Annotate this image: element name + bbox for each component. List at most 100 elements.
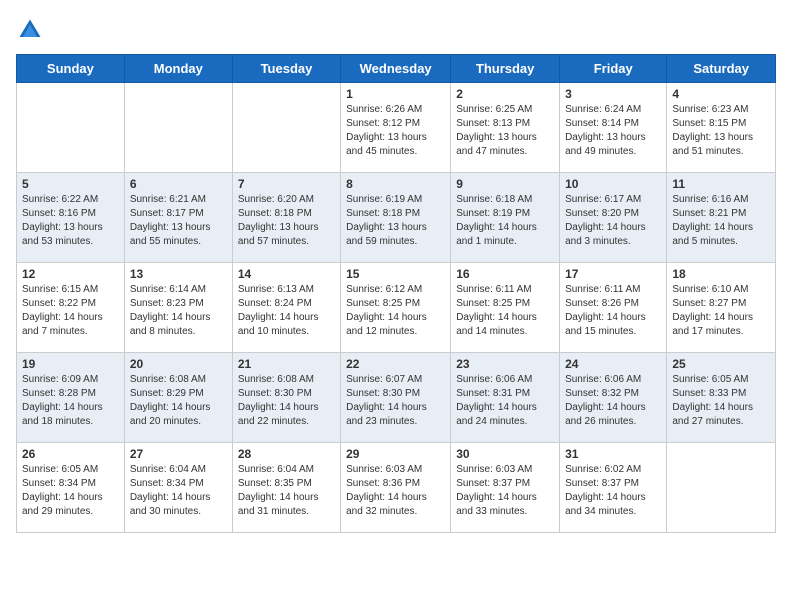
calendar-cell: 30 Sunrise: 6:03 AM Sunset: 8:37 PM Dayli… [451,443,560,533]
day-number: 27 [130,447,227,461]
calendar-cell: 28 Sunrise: 6:04 AM Sunset: 8:35 PM Dayli… [232,443,340,533]
day-number: 7 [238,177,335,191]
calendar-cell: 2 Sunrise: 6:25 AM Sunset: 8:13 PM Daylig… [451,83,560,173]
calendar-cell: 23 Sunrise: 6:06 AM Sunset: 8:31 PM Dayli… [451,353,560,443]
weekday-header-wednesday: Wednesday [341,55,451,83]
day-info: Sunrise: 6:08 AM Sunset: 8:30 PM Dayligh… [238,373,335,429]
day-info: Sunrise: 6:02 AM Sunset: 8:37 PM Dayligh… [565,463,661,519]
calendar-cell: 1 Sunrise: 6:26 AM Sunset: 8:12 PM Daylig… [341,83,451,173]
weekday-header-sunday: Sunday [17,55,125,83]
day-number: 2 [456,87,554,101]
day-info: Sunrise: 6:03 AM Sunset: 8:36 PM Dayligh… [346,463,445,519]
calendar-cell [124,83,232,173]
day-info: Sunrise: 6:06 AM Sunset: 8:31 PM Dayligh… [456,373,554,429]
calendar-cell: 12 Sunrise: 6:15 AM Sunset: 8:22 PM Dayli… [17,263,125,353]
calendar-cell: 8 Sunrise: 6:19 AM Sunset: 8:18 PM Daylig… [341,173,451,263]
day-info: Sunrise: 6:04 AM Sunset: 8:35 PM Dayligh… [238,463,335,519]
day-info: Sunrise: 6:26 AM Sunset: 8:12 PM Dayligh… [346,103,445,159]
day-info: Sunrise: 6:04 AM Sunset: 8:34 PM Dayligh… [130,463,227,519]
day-info: Sunrise: 6:19 AM Sunset: 8:18 PM Dayligh… [346,193,445,249]
calendar-cell: 5 Sunrise: 6:22 AM Sunset: 8:16 PM Daylig… [17,173,125,263]
calendar-cell: 24 Sunrise: 6:06 AM Sunset: 8:32 PM Dayli… [560,353,667,443]
day-number: 3 [565,87,661,101]
calendar-cell: 14 Sunrise: 6:13 AM Sunset: 8:24 PM Dayli… [232,263,340,353]
day-number: 5 [22,177,119,191]
day-number: 18 [672,267,770,281]
day-info: Sunrise: 6:16 AM Sunset: 8:21 PM Dayligh… [672,193,770,249]
calendar-cell [232,83,340,173]
day-number: 17 [565,267,661,281]
day-number: 28 [238,447,335,461]
calendar-cell [17,83,125,173]
page-header [16,16,776,44]
day-number: 6 [130,177,227,191]
calendar-cell: 19 Sunrise: 6:09 AM Sunset: 8:28 PM Dayli… [17,353,125,443]
day-info: Sunrise: 6:21 AM Sunset: 8:17 PM Dayligh… [130,193,227,249]
calendar-week-row: 12 Sunrise: 6:15 AM Sunset: 8:22 PM Dayli… [17,263,776,353]
day-info: Sunrise: 6:17 AM Sunset: 8:20 PM Dayligh… [565,193,661,249]
day-number: 11 [672,177,770,191]
day-info: Sunrise: 6:07 AM Sunset: 8:30 PM Dayligh… [346,373,445,429]
weekday-header-monday: Monday [124,55,232,83]
weekday-header-friday: Friday [560,55,667,83]
day-info: Sunrise: 6:22 AM Sunset: 8:16 PM Dayligh… [22,193,119,249]
day-number: 10 [565,177,661,191]
day-info: Sunrise: 6:06 AM Sunset: 8:32 PM Dayligh… [565,373,661,429]
day-info: Sunrise: 6:08 AM Sunset: 8:29 PM Dayligh… [130,373,227,429]
day-number: 22 [346,357,445,371]
calendar-cell: 9Sunrise: 6:18 AM Sunset: 8:19 PM Daylig… [451,173,560,263]
day-number: 20 [130,357,227,371]
day-number: 1 [346,87,445,101]
weekday-header-tuesday: Tuesday [232,55,340,83]
day-info: Sunrise: 6:15 AM Sunset: 8:22 PM Dayligh… [22,283,119,339]
day-info: Sunrise: 6:03 AM Sunset: 8:37 PM Dayligh… [456,463,554,519]
calendar-cell: 17 Sunrise: 6:11 AM Sunset: 8:26 PM Dayli… [560,263,667,353]
day-number: 8 [346,177,445,191]
day-info: Sunrise: 6:24 AM Sunset: 8:14 PM Dayligh… [565,103,661,159]
calendar-cell: 25Sunrise: 6:05 AM Sunset: 8:33 PM Dayli… [667,353,776,443]
day-number: 23 [456,357,554,371]
calendar-cell: 4 Sunrise: 6:23 AM Sunset: 8:15 PM Daylig… [667,83,776,173]
day-number: 31 [565,447,661,461]
calendar-cell: 10 Sunrise: 6:17 AM Sunset: 8:20 PM Dayli… [560,173,667,263]
calendar-cell: 29Sunrise: 6:03 AM Sunset: 8:36 PM Dayli… [341,443,451,533]
day-number: 4 [672,87,770,101]
day-number: 9 [456,177,554,191]
calendar-cell: 11 Sunrise: 6:16 AM Sunset: 8:21 PM Dayli… [667,173,776,263]
calendar-cell: 3 Sunrise: 6:24 AM Sunset: 8:14 PM Daylig… [560,83,667,173]
logo-icon [16,16,44,44]
day-info: Sunrise: 6:12 AM Sunset: 8:25 PM Dayligh… [346,283,445,339]
day-info: Sunrise: 6:13 AM Sunset: 8:24 PM Dayligh… [238,283,335,339]
calendar-cell: 16 Sunrise: 6:11 AM Sunset: 8:25 PM Dayli… [451,263,560,353]
day-info: Sunrise: 6:25 AM Sunset: 8:13 PM Dayligh… [456,103,554,159]
day-number: 24 [565,357,661,371]
day-info: Sunrise: 6:09 AM Sunset: 8:28 PM Dayligh… [22,373,119,429]
calendar-cell: 15 Sunrise: 6:12 AM Sunset: 8:25 PM Dayli… [341,263,451,353]
day-number: 13 [130,267,227,281]
day-number: 26 [22,447,119,461]
calendar-cell: 27 Sunrise: 6:04 AM Sunset: 8:34 PM Dayli… [124,443,232,533]
day-number: 14 [238,267,335,281]
calendar-week-row: 19 Sunrise: 6:09 AM Sunset: 8:28 PM Dayli… [17,353,776,443]
day-number: 19 [22,357,119,371]
day-info: Sunrise: 6:11 AM Sunset: 8:25 PM Dayligh… [456,283,554,339]
day-info: Sunrise: 6:23 AM Sunset: 8:15 PM Dayligh… [672,103,770,159]
day-number: 15 [346,267,445,281]
calendar-cell: 7Sunrise: 6:20 AM Sunset: 8:18 PM Daylig… [232,173,340,263]
weekday-header-row: SundayMondayTuesdayWednesdayThursdayFrid… [17,55,776,83]
day-info: Sunrise: 6:05 AM Sunset: 8:34 PM Dayligh… [22,463,119,519]
day-number: 12 [22,267,119,281]
calendar-week-row: 5 Sunrise: 6:22 AM Sunset: 8:16 PM Daylig… [17,173,776,263]
day-info: Sunrise: 6:14 AM Sunset: 8:23 PM Dayligh… [130,283,227,339]
calendar-cell: 26 Sunrise: 6:05 AM Sunset: 8:34 PM Dayli… [17,443,125,533]
weekday-header-thursday: Thursday [451,55,560,83]
day-info: Sunrise: 6:10 AM Sunset: 8:27 PM Dayligh… [672,283,770,339]
day-number: 25 [672,357,770,371]
calendar-cell: 6 Sunrise: 6:21 AM Sunset: 8:17 PM Daylig… [124,173,232,263]
day-number: 16 [456,267,554,281]
calendar-cell: 20 Sunrise: 6:08 AM Sunset: 8:29 PM Dayli… [124,353,232,443]
calendar-cell: 22 Sunrise: 6:07 AM Sunset: 8:30 PM Dayli… [341,353,451,443]
calendar-table: SundayMondayTuesdayWednesdayThursdayFrid… [16,54,776,533]
day-info: Sunrise: 6:11 AM Sunset: 8:26 PM Dayligh… [565,283,661,339]
day-number: 30 [456,447,554,461]
